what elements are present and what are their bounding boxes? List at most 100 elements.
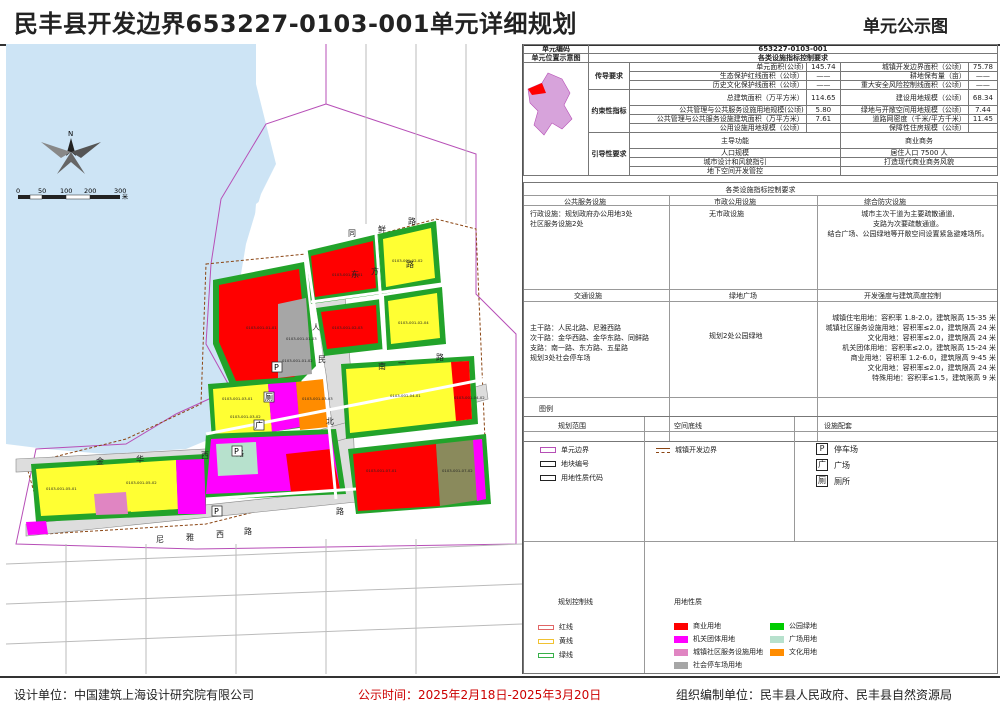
indicator-value: —— [805, 71, 841, 81]
road-char: 北 [326, 417, 334, 426]
road-char: 尼 [156, 535, 164, 544]
road-char: 华 [136, 454, 144, 464]
legend-culture: 文化用地 [770, 647, 817, 657]
legend-parking: P 停车场 [816, 443, 858, 455]
plot-code: 0103-001-02-02 [392, 258, 423, 263]
guide-label: 城市设计和风貌指引 [629, 157, 841, 167]
road-char: 路 [436, 352, 444, 362]
col-intensity: 开发强度与建筑高度控制 [864, 292, 941, 300]
legend-landuse-title: 用地性质 [674, 598, 702, 606]
road-char: 路 [244, 526, 252, 536]
guide-value: 居住人口 7500 人 [839, 148, 999, 158]
legend-toilet: 厕厕所 [816, 475, 850, 487]
plot-code: 0103-001-03-03 [302, 396, 333, 401]
guide-value: 打造现代商业商务风貌 [839, 157, 999, 167]
page-subtitle: 单元公示图 [863, 17, 948, 37]
disaster-text: 城市主次干道为主要疏散通道, 支路为次要疏散通道。 结合广场、公园绿地等开敞空间… [827, 210, 989, 238]
indicator-value: 5.80 [805, 105, 841, 115]
indicator-label: 城镇开发边界面积（公顷） [839, 62, 969, 72]
road-char: 南 [378, 361, 386, 371]
road-char: 雅 [186, 532, 194, 542]
parking-icon: P [816, 443, 828, 455]
legend-red-line: 红线 [538, 622, 573, 632]
plot-code: 0103-001-07-01 [366, 468, 397, 473]
indicator-value: 11.45 [967, 114, 999, 124]
indicator-label: 道路网密度（千米/平方千米） [839, 114, 969, 124]
legend-government: 机关团体用地 [674, 634, 735, 644]
indicator-value: —— [967, 71, 999, 81]
group-guidance: 引导性要求 [588, 132, 630, 176]
traffic-text: 主干路：人民北路、尼雅西路 次干路：金华西路、金华东路、同鲜路 支路：南一路、东… [530, 324, 649, 362]
indicator-value: 68.34 [967, 89, 999, 106]
scale-unit: 米 [122, 193, 128, 201]
plot-code: 0103-001-01-02 [282, 358, 313, 363]
scale-50: 50 [38, 187, 46, 195]
indicator-value: 7.61 [805, 114, 841, 124]
road-char: 金 [96, 456, 104, 466]
legend-control-title: 规划控制线 [558, 598, 593, 606]
scale-200: 200 [84, 187, 96, 195]
legend-yellow-line: 黄线 [538, 636, 573, 646]
col-green: 绿地广场 [729, 292, 757, 300]
header: 民丰县开发边界653227-0103-001单元详细规划 单元公示图 [0, 0, 1000, 46]
municipal-text: 无市政设施 [709, 210, 744, 218]
legend-col-scope: 规划范围 [558, 422, 586, 430]
footer-design: 设计单位：中国建筑上海设计研究院有限公司 [14, 688, 255, 702]
map-svg[interactable]: N 0 50 100 200 300 米 人 民 北 路 尼 雅 西 路 金 华… [6, 44, 522, 674]
unit-code-label: 单元编码 [523, 44, 589, 54]
legend-town-boundary: 城镇开发边界 [656, 445, 717, 455]
legend-green-line: 绿线 [538, 650, 573, 660]
legend-square: 广场用地 [770, 634, 817, 644]
group-guide: 传导要求 [588, 62, 630, 90]
legend-col-baseline: 空间底线 [674, 422, 702, 430]
indicator-value: 145.74 [805, 62, 841, 72]
indicator-label: 耕地保有量（亩） [839, 71, 969, 81]
guide-label: 地下空间开发管控 [629, 166, 841, 176]
road-char: 西 [216, 530, 224, 539]
control-header: 各类设施指标控制要求 [588, 53, 998, 63]
indicator-label: 绿地与开敞空间用地规模（公顷） [839, 105, 969, 115]
road-char: 人 [312, 323, 320, 332]
road-char: 西 [201, 451, 209, 460]
legend-plot-code: 地块编号 [540, 459, 589, 469]
plot-code: 0103-001-05-02 [126, 480, 157, 485]
intensity-text: 城镇住宅用地：容积率 1.8-2.0，建筑限高 15-35 米 城镇社区服务设施… [825, 314, 996, 382]
planning-sheet: 民丰县开发边界653227-0103-001单元详细规划 单元公示图 N 0 5… [0, 0, 1000, 707]
planning-map[interactable]: N 0 50 100 200 300 米 人 民 北 路 尼 雅 西 路 金 华… [6, 44, 523, 674]
plot-code: 0103-001-02-03 [332, 325, 363, 330]
legend-parking-land: 社会停车场用地 [674, 660, 742, 670]
indicator-label: 建设用地规模（公顷） [839, 89, 969, 106]
legend-commercial: 商业用地 [674, 621, 721, 631]
unit-code: 653227-0103-001 [588, 44, 998, 54]
legend-col-facility: 设施配套 [824, 422, 852, 430]
legend-landuse-code: 用地性质代码 [540, 473, 603, 483]
location-map [523, 62, 589, 176]
guide-value: 商业商务 [839, 132, 999, 149]
parking-marker-2-glyph: P [234, 447, 239, 456]
location-label: 单元位置示意图 [523, 53, 589, 63]
plaza-icon: 广 [816, 459, 828, 471]
road-char: 民 [318, 355, 326, 364]
page-title: 民丰县开发边界653227-0103-001单元详细规划 [14, 10, 578, 38]
indicator-label: 公共管理与公共服务设施建筑面积（万平方米） [629, 114, 807, 124]
plot-code: 0103-001-04-01 [390, 393, 421, 398]
parking-marker-3-glyph: P [214, 507, 219, 516]
indicator-label: 公共管理与公共服务设施用地规模(公顷) [629, 105, 807, 115]
indicator-table: 单元编码 653227-0103-001 单元位置示意图 各类设施指标控制要求 … [523, 44, 999, 176]
guide-value [839, 166, 999, 176]
toilet-marker-glyph: 厕 [265, 393, 273, 402]
compass-n: N [68, 130, 73, 138]
location-map-svg [527, 72, 573, 136]
info-panel: 单元编码 653227-0103-001 单元位置示意图 各类设施指标控制要求 … [523, 44, 999, 674]
parking-marker-glyph: P [274, 363, 279, 372]
indicator-label: 公用设施用地规模（公顷） [629, 123, 807, 133]
scale-0: 0 [16, 187, 20, 195]
plot-code: 0103-001-01-03 [286, 336, 317, 341]
legend-park: 公园绿地 [770, 621, 817, 631]
plot-code: 0103-001-03-02 [230, 414, 261, 419]
indicator-label: 单元面积(公顷) [629, 62, 807, 72]
plaza-marker-glyph: 广 [255, 420, 263, 430]
guide-label: 主导功能 [629, 132, 841, 149]
facilities-box: 各类设施指标控制要求 公共服务设施 市政公用设施 综合防灾设施 行政设施：规划政… [523, 182, 998, 442]
legend-plaza: 广广场 [816, 459, 850, 471]
